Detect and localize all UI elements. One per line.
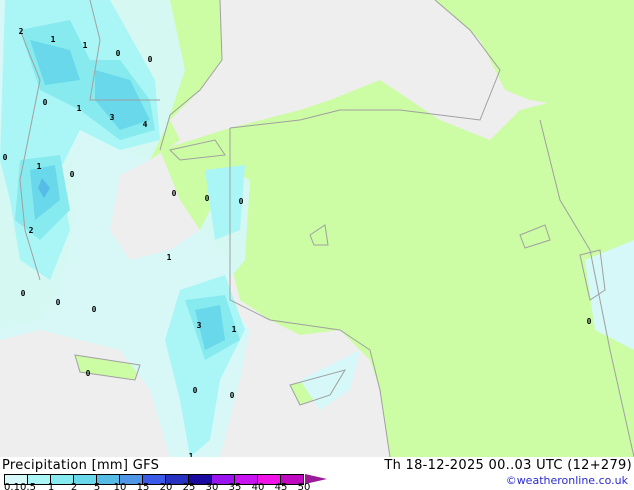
precipitation-label: 1	[232, 325, 237, 334]
colorbar-tick-label: 1	[47, 482, 55, 490]
precipitation-label: 1	[77, 104, 82, 113]
precipitation-label: 0	[172, 189, 177, 198]
precipitation-label: 0	[116, 49, 121, 58]
credit-link[interactable]: ©weatheronline.co.uk	[506, 474, 628, 487]
colorbar-tick-label: 25	[182, 482, 196, 490]
precipitation-label: 4	[143, 120, 148, 129]
precipitation-label: 0	[193, 386, 198, 395]
colorbar-tick-label: 0.1	[4, 482, 20, 490]
colorbar-tick-label: 2	[70, 482, 78, 490]
colorbar-tick-label: 0.5	[20, 482, 36, 490]
colorbar-tick-label: 5	[93, 482, 101, 490]
precipitation-label: 0	[86, 369, 91, 378]
precipitation-label: 0	[21, 289, 26, 298]
precipitation-label: 1	[83, 41, 88, 50]
colorbar-tick-label: 20	[159, 482, 173, 490]
precipitation-label: 0	[92, 305, 97, 314]
colorbar-tick-label: 40	[251, 482, 265, 490]
precipitation-label: 0	[205, 194, 210, 203]
precipitation-label: 0	[56, 298, 61, 307]
valid-datetime: Th 18-12-2025 00..03 UTC (12+279)	[384, 458, 632, 473]
precipitation-label: 2	[29, 226, 34, 235]
precipitation-label: 0	[43, 98, 48, 107]
precipitation-label: 0	[70, 170, 75, 179]
precipitation-label: 1	[37, 162, 42, 171]
precipitation-label: 0	[3, 153, 8, 162]
precipitation-label: 2	[19, 27, 24, 36]
legend: Precipitation [mm] GFS Th 18-12-2025 00.…	[0, 457, 634, 490]
colorbar-tick-label: 45	[274, 482, 288, 490]
precipitation-label: 1	[51, 35, 56, 44]
colorbar-tick-label: 15	[136, 482, 150, 490]
precipitation-label: 0	[239, 197, 244, 206]
colorbar-tick-label: 30	[205, 482, 219, 490]
precipitation-label: 0	[148, 55, 153, 64]
precipitation-label: 3	[197, 321, 202, 330]
variable-title: Precipitation [mm]	[2, 458, 129, 473]
precipitation-label: 0	[230, 391, 235, 400]
colorbar-tick-label: 35	[228, 482, 242, 490]
precipitation-label: 1	[167, 253, 172, 262]
colorbar-tick-label: 10	[113, 482, 127, 490]
colorbar-tick-label: 50	[297, 482, 311, 490]
colorbar-ticks: 0.1 0.5 1 2 5 10 15 20 25 30 35 40 45 50	[0, 482, 340, 490]
legend-title: Precipitation [mm] GFS	[2, 458, 159, 473]
weather-map-view: 211000134010200010003100010 Precipitatio…	[0, 0, 634, 490]
model-name: GFS	[132, 458, 160, 473]
precipitation-map[interactable]: 211000134010200 010003 100010	[0, 0, 634, 457]
precipitation-label: 3	[110, 113, 115, 122]
precipitation-label: 0	[587, 317, 592, 326]
